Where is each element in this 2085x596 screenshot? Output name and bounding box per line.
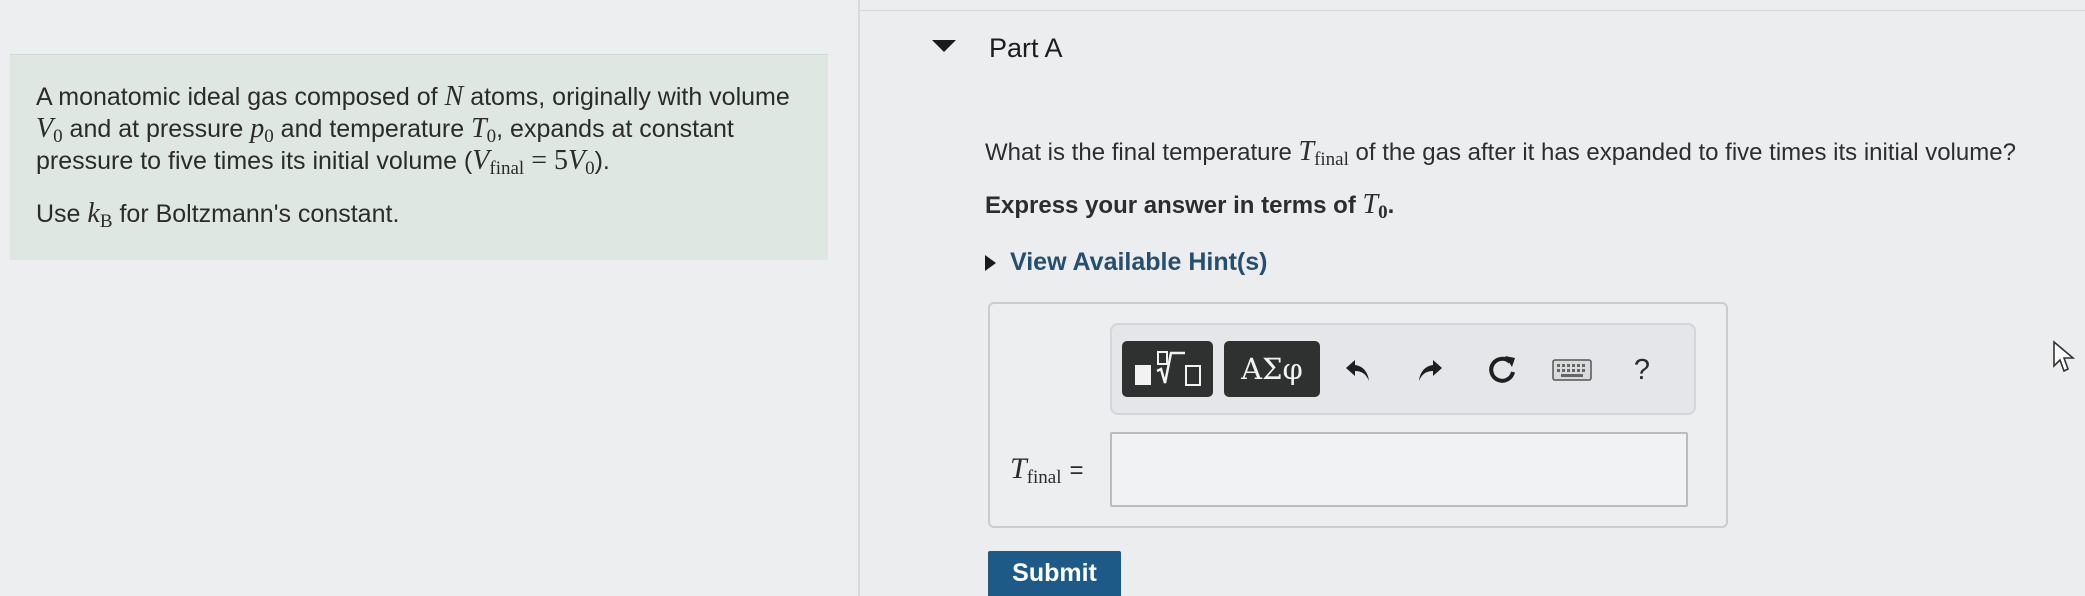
- mouse-pointer-icon: [2053, 340, 2076, 373]
- view-hints-label: View Available Hint(s): [1010, 248, 1268, 276]
- help-icon: ?: [1633, 353, 1651, 386]
- submit-button[interactable]: Submit: [988, 551, 1121, 596]
- top-rule: [860, 10, 2085, 11]
- answer-input[interactable]: [1110, 432, 1688, 507]
- problem-statement: A monatomic ideal gas composed of N atom…: [10, 54, 828, 260]
- part-title: Part A: [989, 33, 1063, 63]
- help-button[interactable]: ?: [1624, 348, 1660, 392]
- answer-instruction: Express your answer in terms of T0.: [985, 189, 1395, 223]
- reset-icon: [1489, 356, 1515, 383]
- templates-icon: [1134, 351, 1201, 386]
- redo-button[interactable]: [1412, 348, 1448, 392]
- expand-caret-icon: [985, 254, 996, 271]
- collapse-arrow-icon[interactable]: [932, 40, 956, 52]
- keyboard-button[interactable]: [1548, 348, 1596, 392]
- problem-text: A monatomic ideal gas composed of N atom…: [36, 81, 790, 179]
- question-text: What is the final temperature Tfinal of …: [985, 136, 2016, 170]
- reset-button[interactable]: [1482, 348, 1522, 392]
- redo-icon: [1419, 360, 1442, 381]
- view-hints-toggle[interactable]: View Available Hint(s): [985, 248, 1267, 277]
- undo-button[interactable]: [1340, 348, 1376, 392]
- templates-button[interactable]: [1122, 341, 1213, 397]
- answer-label: Tfinal =: [1010, 452, 1084, 488]
- boltzmann-note: Use kB for Boltzmann's constant.: [36, 198, 400, 232]
- greek-symbols-button[interactable]: ΑΣφ: [1224, 341, 1320, 397]
- undo-icon: [1346, 360, 1369, 381]
- greek-symbols-icon: ΑΣφ: [1241, 352, 1303, 386]
- keyboard-icon: [1552, 359, 1592, 381]
